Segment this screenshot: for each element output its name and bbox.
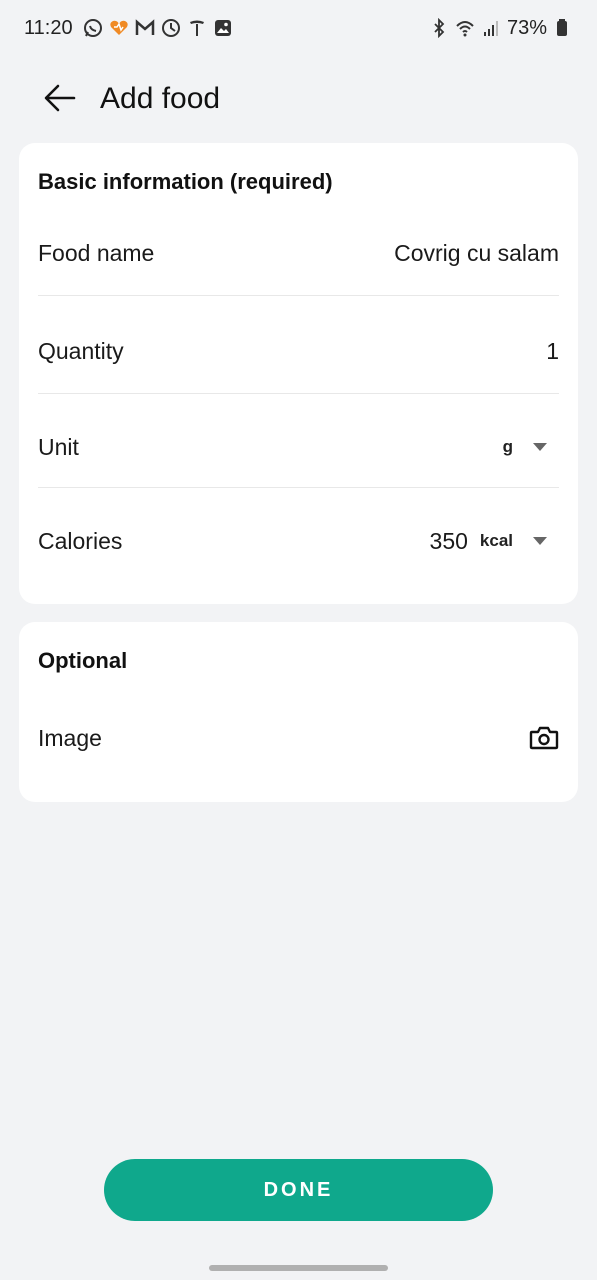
- chevron-down-icon: [533, 537, 547, 545]
- calories-unit-dropdown[interactable]: kcal: [480, 531, 513, 551]
- unit-row[interactable]: Unit g: [38, 427, 559, 467]
- tesla-icon: [187, 18, 207, 38]
- gmail-icon: [135, 18, 155, 38]
- camera-icon[interactable]: [529, 725, 559, 751]
- clock-icon: [161, 18, 181, 38]
- back-button[interactable]: [40, 80, 80, 120]
- basic-info-card: Basic information (required) Food name C…: [19, 143, 578, 604]
- gallery-icon: [213, 18, 233, 38]
- food-name-label: Food name: [38, 239, 155, 266]
- whatsapp-icon: [83, 18, 103, 38]
- heart-app-icon: [109, 18, 129, 38]
- chevron-down-icon: [533, 443, 547, 451]
- calories-row[interactable]: Calories 350 kcal: [38, 521, 559, 561]
- app-header: Add food: [0, 66, 597, 132]
- optional-card: Optional Image: [19, 622, 578, 802]
- calories-label: Calories: [38, 527, 123, 554]
- arrow-left-icon: [42, 80, 78, 121]
- home-indicator[interactable]: [209, 1265, 388, 1271]
- image-label: Image: [38, 724, 102, 751]
- calories-field[interactable]: 350 kcal: [430, 528, 547, 555]
- battery-percent: 73%: [506, 16, 547, 39]
- unit-dropdown[interactable]: g: [503, 437, 547, 457]
- battery-icon: [553, 18, 573, 38]
- optional-title: Optional: [38, 648, 128, 673]
- wifi-icon: [455, 18, 475, 38]
- page-title: Add food: [100, 82, 221, 115]
- basic-info-title: Basic information (required): [38, 169, 333, 194]
- divider: [38, 295, 559, 296]
- bluetooth-icon: [429, 18, 449, 38]
- status-right: 73%: [429, 17, 573, 40]
- quantity-input[interactable]: 1: [546, 338, 559, 365]
- status-bar: 11:20 73%: [0, 0, 597, 56]
- divider: [38, 487, 559, 488]
- image-row[interactable]: Image: [38, 718, 559, 758]
- food-name-row[interactable]: Food name Covrig cu salam: [38, 233, 559, 273]
- status-time: 11:20: [24, 16, 73, 39]
- unit-value: g: [502, 437, 513, 456]
- status-left: 11:20: [24, 17, 233, 40]
- divider: [38, 393, 559, 394]
- signal-icon: [481, 18, 501, 38]
- quantity-label: Quantity: [38, 337, 124, 364]
- calories-input[interactable]: 350: [430, 528, 468, 555]
- food-name-input[interactable]: Covrig cu salam: [394, 240, 559, 267]
- unit-label: Unit: [38, 433, 79, 460]
- quantity-row[interactable]: Quantity 1: [38, 331, 559, 371]
- done-button[interactable]: DONE: [104, 1159, 493, 1221]
